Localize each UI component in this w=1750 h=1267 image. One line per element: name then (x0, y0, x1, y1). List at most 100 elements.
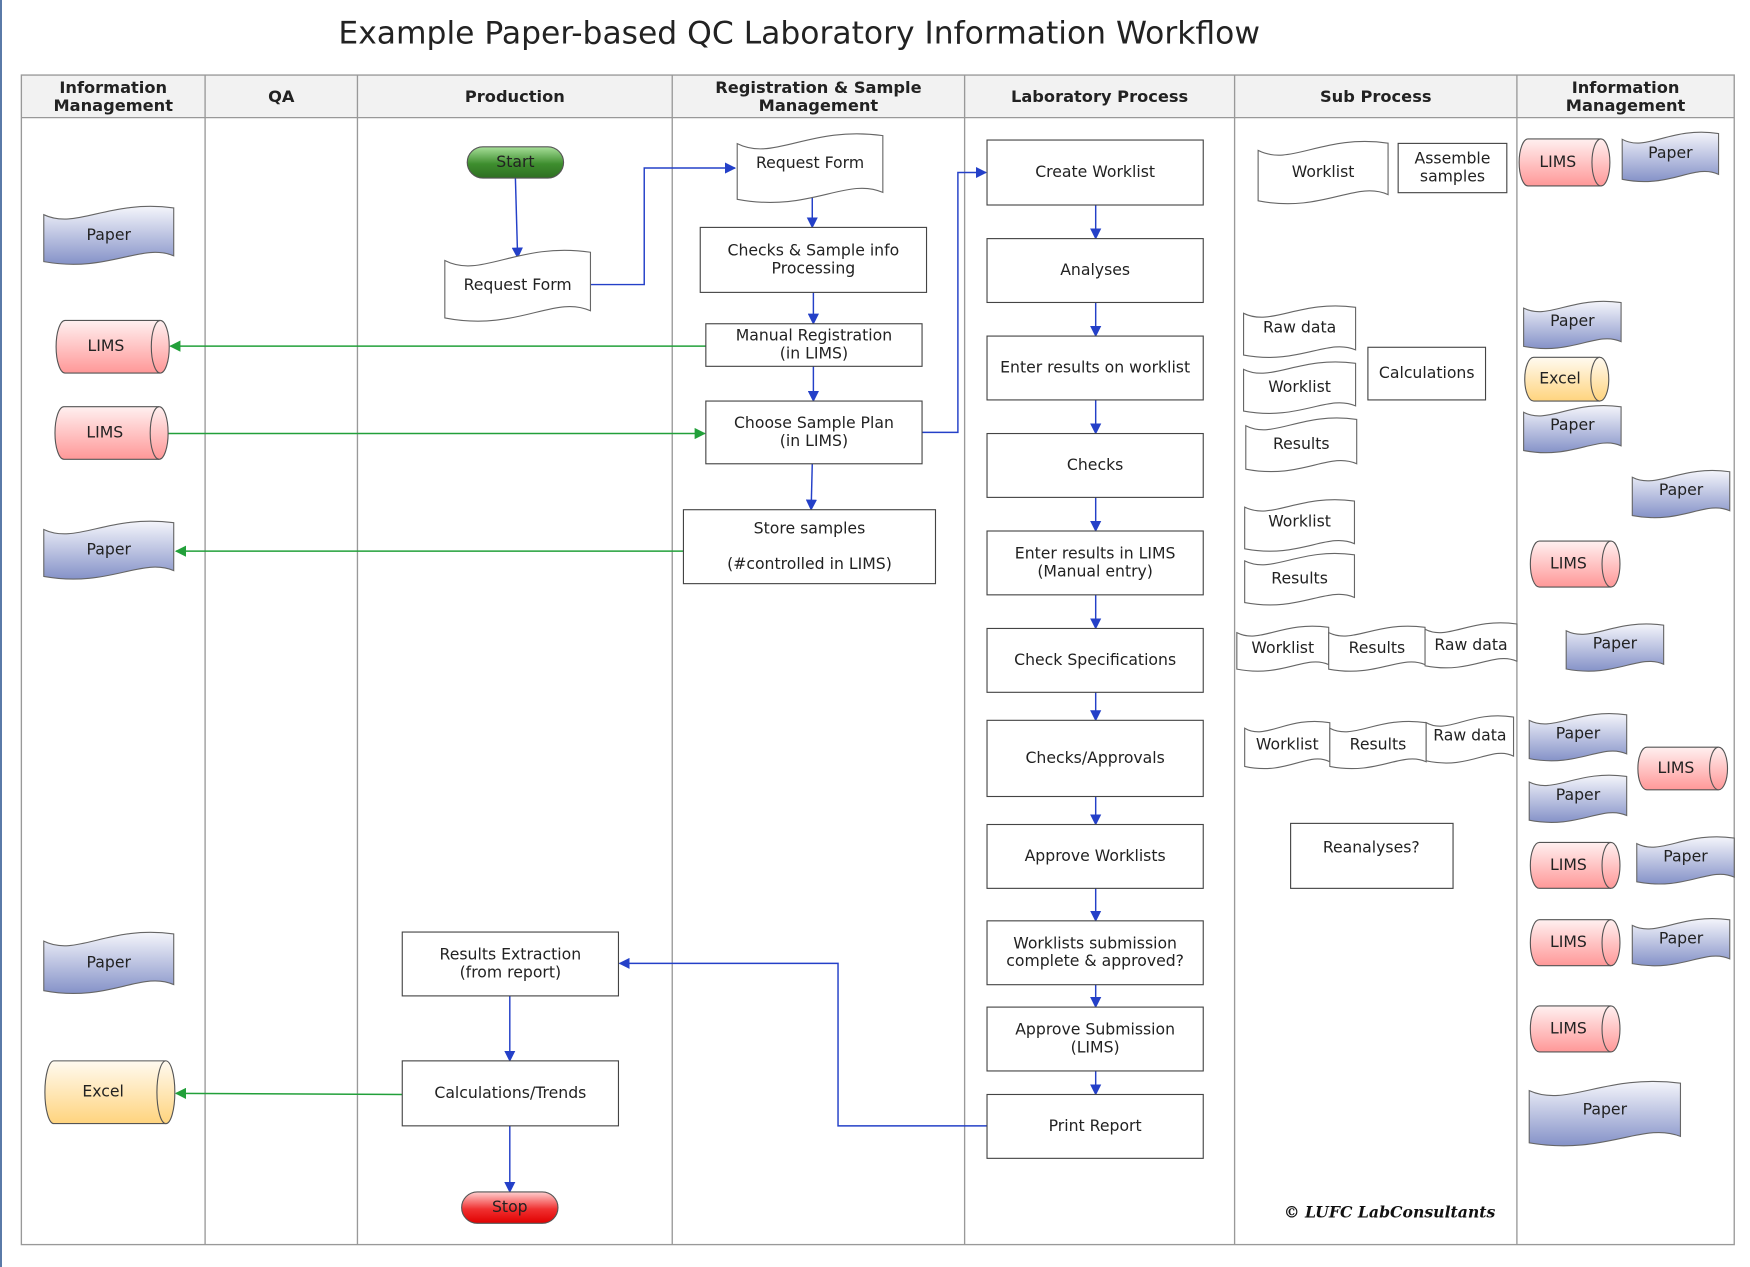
info-left-lims-1[interactable]: LIMS (55, 319, 170, 374)
lab-step-5[interactable]: Enter results in LIMS(Manual entry) (986, 530, 1204, 596)
info-right-paper-5[interactable]: Paper (1523, 405, 1622, 454)
start-terminal[interactable]: Start (466, 146, 565, 179)
info-right-lims-12[interactable]: LIMS (1529, 841, 1621, 889)
sub-raw-data-label: Raw data (1263, 318, 1336, 337)
lane-header-label: Production (465, 87, 565, 106)
lab-step-9-label: Worklists submission (1013, 933, 1177, 952)
info-right-lims-7[interactable]: LIMS (1529, 540, 1621, 588)
sub-row1-worklist-label: Worklist (1251, 638, 1314, 657)
info-right-lims-10[interactable]: LIMS (1637, 746, 1729, 791)
info-right-paper-6[interactable]: Paper (1631, 470, 1731, 519)
lab-step-7[interactable]: Checks/Approvals (986, 719, 1204, 798)
lane-header-label: Information (59, 78, 167, 97)
lab-step-3-label: Enter results on worklist (1000, 358, 1190, 377)
info-left-lims-2[interactable]: LIMS (54, 406, 169, 460)
registration-request-form-label: Request Form (756, 153, 864, 172)
lab-step-8[interactable]: Approve Worklists (986, 823, 1204, 889)
sub-results-2[interactable]: Results (1244, 553, 1356, 606)
lab-step-2-label: Analyses (1060, 260, 1130, 279)
sub-row2-results[interactable]: Results (1329, 720, 1427, 770)
sub-row2-worklist[interactable]: Worklist (1244, 720, 1331, 770)
sub-worklist[interactable]: Worklist (1257, 140, 1389, 205)
store-samples-step[interactable]: Store samples (#controlled in LIMS) (682, 509, 937, 585)
info-right-paper-17[interactable]: Paper (1528, 1080, 1682, 1147)
choose-sample-plan-step-label: Choose Sample Plan (734, 413, 894, 432)
lane-header: InformationManagement (1566, 78, 1686, 115)
calculations-trends-step[interactable]: Calculations/Trends (401, 1060, 620, 1127)
lab-step-6[interactable]: Check Specifications (986, 627, 1204, 693)
info-right-lims-10-label: LIMS (1658, 758, 1695, 777)
stop-terminal[interactable]: Stop (461, 1191, 559, 1224)
lab-step-10-label: Approve Submission (1015, 1020, 1175, 1039)
lab-step-4[interactable]: Checks (986, 432, 1204, 498)
production-request-form[interactable]: Request Form (444, 249, 592, 322)
lane-header-label: Information (1572, 78, 1680, 97)
reanalyses-step-label: Reanalyses? (1323, 838, 1420, 857)
sub-row1-raw-data[interactable]: Raw data (1424, 622, 1518, 669)
lab-step-10-label: (LIMS) (1071, 1037, 1120, 1056)
info-left-paper-3-label: Paper (87, 952, 132, 971)
sub-results-2-label: Results (1271, 569, 1328, 588)
lab-step-11-label: Print Report (1049, 1116, 1142, 1135)
lane-header-label: Management (1566, 96, 1686, 115)
info-left-paper-1[interactable]: Paper (43, 205, 175, 265)
flow-plan-to-store (805, 463, 817, 511)
info-right-paper-8[interactable]: Paper (1565, 623, 1665, 672)
sub-row1-results-label: Results (1349, 638, 1406, 657)
info-right-lims-16[interactable]: LIMS (1529, 1005, 1621, 1053)
info-right-paper-9[interactable]: Paper (1528, 713, 1628, 762)
reanalyses-step[interactable]: Reanalyses? (1290, 822, 1454, 889)
info-right-lims-14[interactable]: LIMS (1529, 919, 1621, 967)
diagram-title: Example Paper-based QC Laboratory Inform… (338, 16, 1260, 52)
info-right-paper-13[interactable]: Paper (1636, 836, 1735, 885)
checks-processing-step-label: Processing (772, 258, 856, 277)
start-terminal-label: Start (496, 152, 534, 171)
assemble-samples-step[interactable]: Assemblesamples (1397, 142, 1508, 194)
sub-row1-results[interactable]: Results (1328, 625, 1426, 672)
info-right-excel-4[interactable]: Excel (1524, 356, 1610, 402)
registration-request-form[interactable]: Request Form (736, 133, 884, 204)
lab-step-8-label: Approve Worklists (1025, 846, 1166, 865)
lab-step-11[interactable]: Print Report (986, 1093, 1204, 1159)
lane-header-label: QA (268, 87, 295, 106)
info-right-paper-15[interactable]: Paper (1631, 918, 1731, 967)
sub-worklist-3[interactable]: Worklist (1244, 499, 1356, 552)
manual-registration-step[interactable]: Manual Registration(in LIMS) (705, 323, 923, 367)
lab-step-2[interactable]: Analyses (986, 238, 1204, 304)
copyright-text: © LUFC LabConsultants (1284, 1203, 1496, 1222)
flow-plan-to-worklist (922, 166, 988, 434)
results-extraction-step[interactable]: Results Extraction(from report) (401, 931, 620, 997)
choose-sample-plan-step[interactable]: Choose Sample Plan(in LIMS) (705, 400, 923, 465)
sub-row1-worklist[interactable]: Worklist (1236, 625, 1330, 672)
lane-header: Production (465, 87, 565, 106)
info-left-excel[interactable]: Excel (44, 1060, 176, 1125)
sub-row1-raw-data-label: Raw data (1434, 635, 1507, 654)
lane-header: Laboratory Process (1011, 87, 1188, 106)
shapes: Start Request Form Results Extraction(from… (43, 131, 1735, 1224)
manual-registration-step-label: (in LIMS) (780, 343, 848, 362)
lane-header-label: Registration & Sample (715, 78, 921, 97)
info-left-paper-3[interactable]: Paper (43, 931, 175, 995)
info-right-lims-1-label: LIMS (1539, 152, 1576, 171)
info-left-paper-2[interactable]: Paper (43, 520, 175, 580)
sub-row2-raw-data[interactable]: Raw data (1425, 715, 1515, 764)
lab-step-9[interactable]: Worklists submissioncomplete & approved? (986, 920, 1204, 986)
info-right-lims-16-label: LIMS (1550, 1018, 1587, 1037)
info-right-paper-3[interactable]: Paper (1523, 300, 1622, 350)
checks-processing-step[interactable]: Checks & Sample infoProcessing (699, 226, 928, 293)
sub-raw-data[interactable]: Raw data (1243, 305, 1357, 358)
sub-worklist-label: Worklist (1292, 162, 1355, 181)
sub-results[interactable]: Results (1245, 417, 1358, 473)
lab-step-1[interactable]: Create Worklist (986, 139, 1204, 206)
lab-step-5-label: Enter results in LIMS (1015, 543, 1176, 562)
sub-worklist-2[interactable]: Worklist (1243, 361, 1357, 414)
lab-step-10[interactable]: Approve Submission(LIMS) (986, 1006, 1204, 1072)
info-left-paper-1-label: Paper (87, 225, 132, 244)
info-right-paper-11[interactable]: Paper (1528, 774, 1628, 823)
results-extraction-step-label: Results Extraction (440, 945, 582, 964)
calculations-step[interactable]: Calculations (1367, 346, 1487, 401)
info-right-paper-2[interactable]: Paper (1621, 131, 1720, 183)
lab-step-3[interactable]: Enter results on worklist (986, 335, 1204, 401)
lab-step-7-label: Checks/Approvals (1025, 748, 1164, 767)
info-right-lims-1[interactable]: LIMS (1518, 138, 1611, 187)
